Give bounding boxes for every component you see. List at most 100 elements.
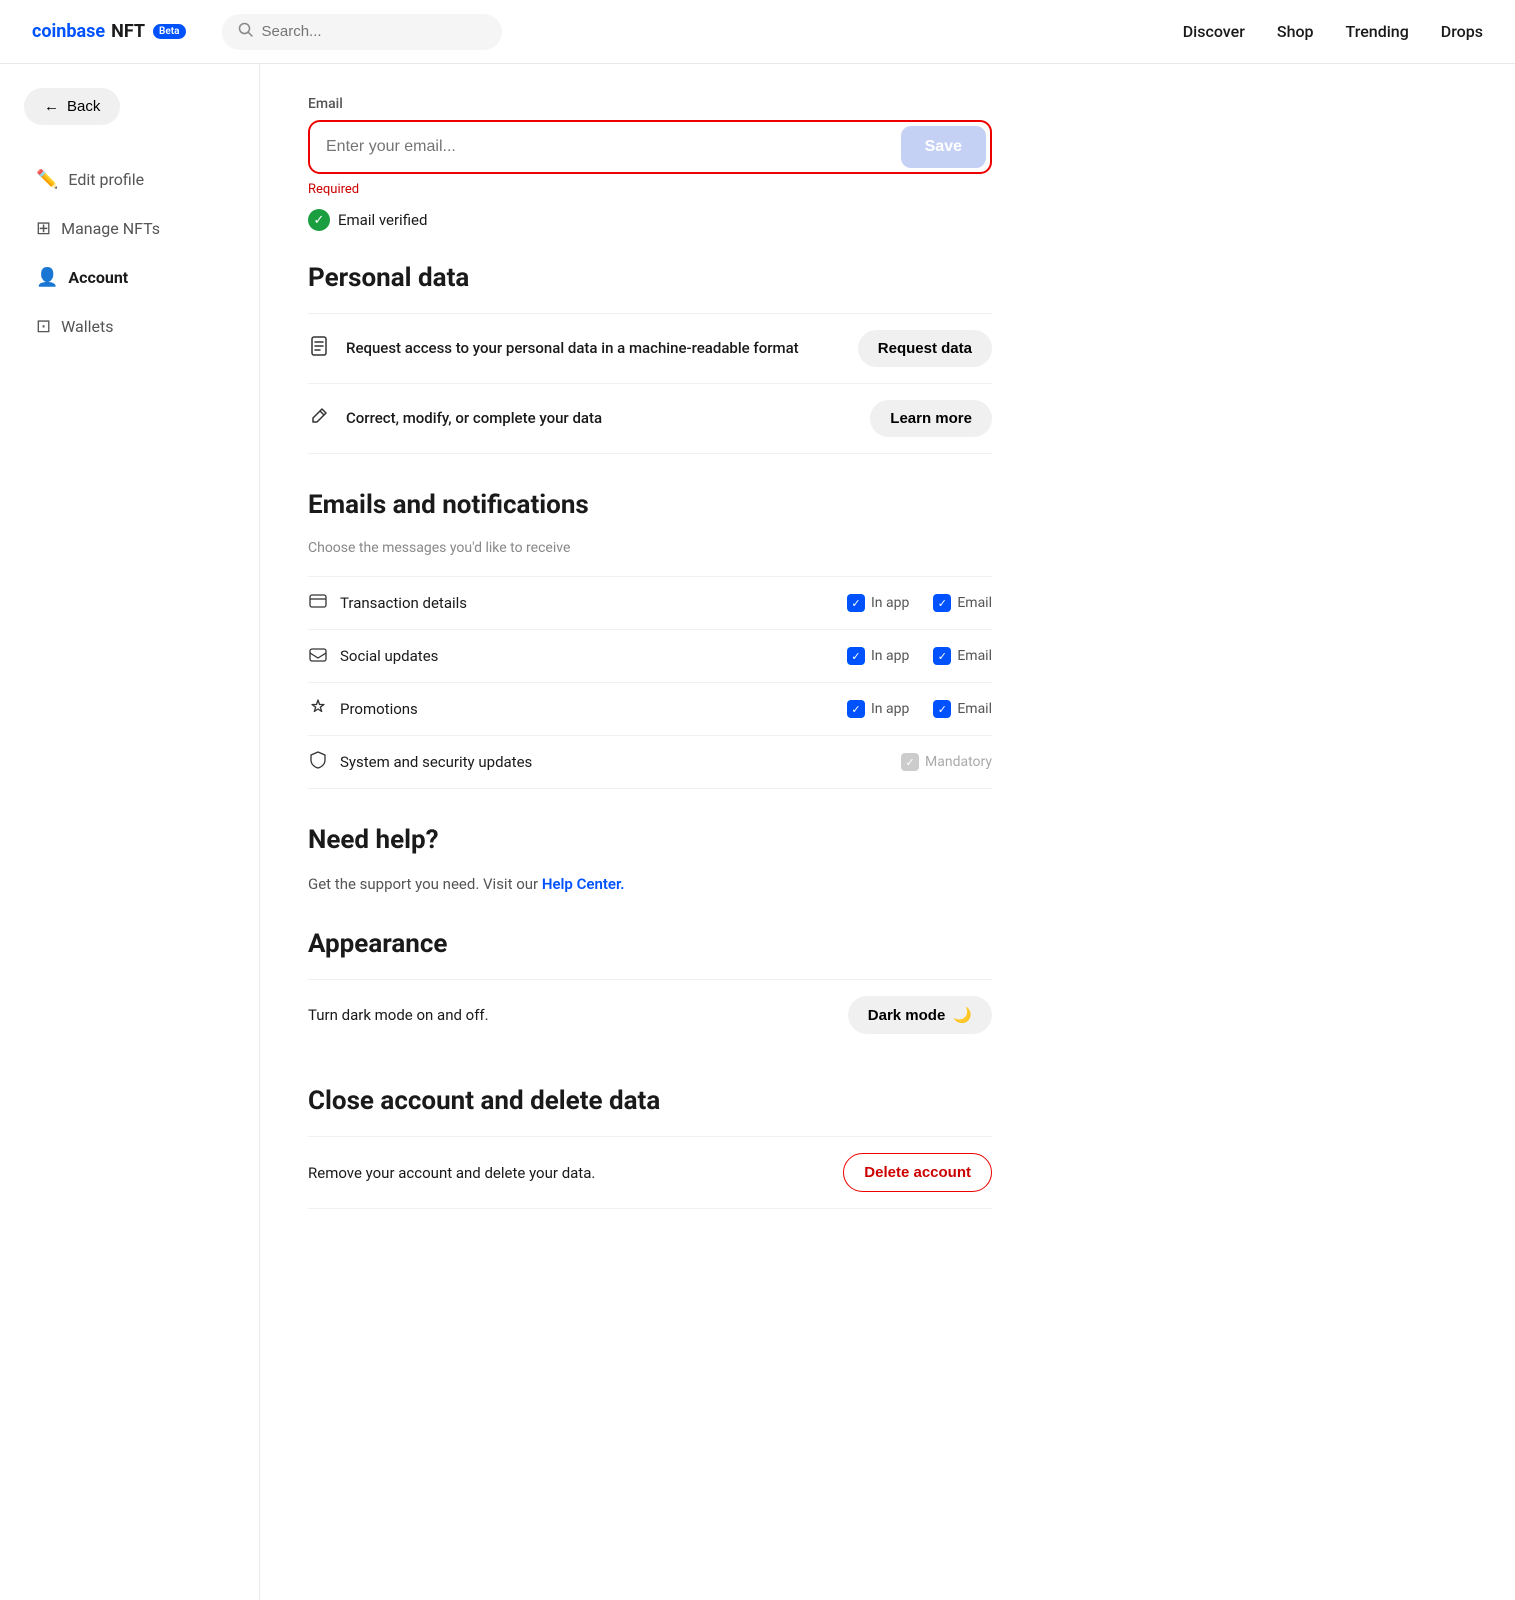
- account-icon: 👤: [36, 267, 58, 288]
- promotions-inapp-checkbox[interactable]: ✓: [847, 700, 865, 718]
- data-row-request: Request access to your personal data in …: [308, 313, 992, 383]
- personal-data-heading: Personal data: [308, 263, 992, 293]
- search-input[interactable]: [262, 23, 486, 40]
- notif-security-checks: ✓ Mandatory: [901, 753, 992, 771]
- grid-icon: ⊞: [36, 218, 51, 239]
- security-icon: [308, 750, 328, 774]
- sidebar-item-label-edit-profile: Edit profile: [68, 170, 144, 189]
- delete-row: Remove your account and delete your data…: [308, 1136, 992, 1209]
- notif-transaction-label: Transaction details: [340, 594, 835, 612]
- wallet-icon: ⊡: [36, 316, 51, 337]
- email-section: Email Save Required ✓ Email verified: [308, 96, 992, 231]
- main-content: Email Save Required ✓ Email verified Per…: [260, 64, 1040, 1600]
- notif-promotions-checks: ✓ In app ✓ Email: [847, 700, 992, 718]
- beta-badge: Beta: [153, 24, 185, 39]
- back-arrow-icon: ←: [44, 98, 59, 115]
- transaction-icon: [308, 591, 328, 615]
- email-field[interactable]: [310, 124, 897, 170]
- sidebar-item-label-wallets: Wallets: [61, 317, 113, 336]
- promotions-inapp-check[interactable]: ✓ In app: [847, 700, 909, 718]
- sidebar: ← Back ✏️ Edit profile ⊞ Manage NFTs 👤 A…: [0, 64, 260, 1600]
- verified-icon: ✓: [308, 209, 330, 231]
- notif-row-transaction: Transaction details ✓ In app ✓ Email: [308, 576, 992, 629]
- save-button[interactable]: Save: [901, 126, 986, 168]
- header: coinbase NFT Beta Discover Shop Trending…: [0, 0, 1515, 64]
- transaction-inapp-check[interactable]: ✓ In app: [847, 594, 909, 612]
- request-data-button[interactable]: Request data: [858, 330, 992, 367]
- email-label-1: Email: [957, 648, 992, 664]
- nav-drops[interactable]: Drops: [1441, 22, 1483, 41]
- email-label-2: Email: [957, 701, 992, 717]
- document-icon: [308, 335, 330, 362]
- email-label-0: Email: [957, 595, 992, 611]
- email-label: Email: [308, 96, 992, 112]
- back-button[interactable]: ← Back: [24, 88, 120, 125]
- sidebar-item-edit-profile[interactable]: ✏️ Edit profile: [24, 157, 235, 202]
- social-inapp-checkbox[interactable]: ✓: [847, 647, 865, 665]
- in-app-label-1: In app: [871, 648, 909, 664]
- notif-social-checks: ✓ In app ✓ Email: [847, 647, 992, 665]
- appearance-text: Turn dark mode on and off.: [308, 1006, 848, 1024]
- data-row-request-text: Request access to your personal data in …: [346, 338, 842, 359]
- notif-promotions-label: Promotions: [340, 700, 835, 718]
- mandatory-label: Mandatory: [925, 754, 992, 770]
- delete-section: Close account and delete data Remove you…: [308, 1086, 992, 1209]
- verified-row: ✓ Email verified: [308, 209, 992, 231]
- search-bar[interactable]: [222, 14, 502, 50]
- transaction-email-check[interactable]: ✓ Email: [933, 594, 992, 612]
- notif-row-security: System and security updates ✓ Mandatory: [308, 735, 992, 789]
- delete-text: Remove your account and delete your data…: [308, 1164, 843, 1182]
- notif-security-label: System and security updates: [340, 753, 889, 771]
- search-icon: [238, 22, 254, 42]
- sidebar-item-account[interactable]: 👤 Account: [24, 255, 235, 300]
- social-email-check[interactable]: ✓ Email: [933, 647, 992, 665]
- personal-data-section: Personal data Request access to your per…: [308, 263, 992, 454]
- sidebar-nav: ✏️ Edit profile ⊞ Manage NFTs 👤 Account …: [24, 157, 235, 349]
- sidebar-item-manage-nfts[interactable]: ⊞ Manage NFTs: [24, 206, 235, 251]
- sidebar-item-label-manage-nfts: Manage NFTs: [61, 219, 160, 238]
- social-email-checkbox[interactable]: ✓: [933, 647, 951, 665]
- in-app-label-0: In app: [871, 595, 909, 611]
- dark-mode-button[interactable]: Dark mode 🌙: [848, 996, 992, 1034]
- learn-more-button[interactable]: Learn more: [870, 400, 992, 437]
- nav-discover[interactable]: Discover: [1183, 22, 1245, 41]
- help-center-link[interactable]: Help Center.: [542, 875, 625, 893]
- top-nav: Discover Shop Trending Drops: [1183, 22, 1483, 41]
- promotions-email-check[interactable]: ✓ Email: [933, 700, 992, 718]
- nav-shop[interactable]: Shop: [1277, 22, 1314, 41]
- pencil-icon: ✏️: [36, 169, 58, 190]
- sidebar-item-label-account: Account: [68, 268, 128, 287]
- edit-icon: [308, 405, 330, 432]
- notifications-subtitle: Choose the messages you'd like to receiv…: [308, 540, 992, 556]
- appearance-heading: Appearance: [308, 929, 992, 959]
- notif-transaction-checks: ✓ In app ✓ Email: [847, 594, 992, 612]
- sidebar-item-wallets[interactable]: ⊡ Wallets: [24, 304, 235, 349]
- notif-row-social: Social updates ✓ In app ✓ Email: [308, 629, 992, 682]
- promotions-icon: [308, 697, 328, 721]
- help-text: Get the support you need. Visit our Help…: [308, 875, 992, 893]
- logo-nft: NFT: [111, 21, 145, 42]
- dark-mode-label: Dark mode: [868, 1007, 946, 1024]
- appearance-row: Turn dark mode on and off. Dark mode 🌙: [308, 979, 992, 1050]
- appearance-section: Appearance Turn dark mode on and off. Da…: [308, 929, 992, 1050]
- layout: ← Back ✏️ Edit profile ⊞ Manage NFTs 👤 A…: [0, 64, 1515, 1600]
- social-icon: [308, 644, 328, 668]
- dark-mode-icon: 🌙: [953, 1006, 972, 1024]
- notifications-heading: Emails and notifications: [308, 490, 992, 520]
- nav-trending[interactable]: Trending: [1346, 22, 1409, 41]
- transaction-email-checkbox[interactable]: ✓: [933, 594, 951, 612]
- notif-social-label: Social updates: [340, 647, 835, 665]
- in-app-label-2: In app: [871, 701, 909, 717]
- delete-account-button[interactable]: Delete account: [843, 1153, 992, 1192]
- security-mandatory-check: ✓ Mandatory: [901, 753, 992, 771]
- logo-coinbase: coinbase: [32, 21, 105, 42]
- social-inapp-check[interactable]: ✓ In app: [847, 647, 909, 665]
- email-input-row: Save: [308, 120, 992, 174]
- notifications-section: Emails and notifications Choose the mess…: [308, 490, 992, 789]
- data-row-modify: Correct, modify, or complete your data L…: [308, 383, 992, 454]
- transaction-inapp-checkbox[interactable]: ✓: [847, 594, 865, 612]
- promotions-email-checkbox[interactable]: ✓: [933, 700, 951, 718]
- data-row-modify-text: Correct, modify, or complete your data: [346, 408, 854, 429]
- verified-text: Email verified: [338, 211, 427, 229]
- help-text-prefix: Get the support you need. Visit our: [308, 875, 542, 893]
